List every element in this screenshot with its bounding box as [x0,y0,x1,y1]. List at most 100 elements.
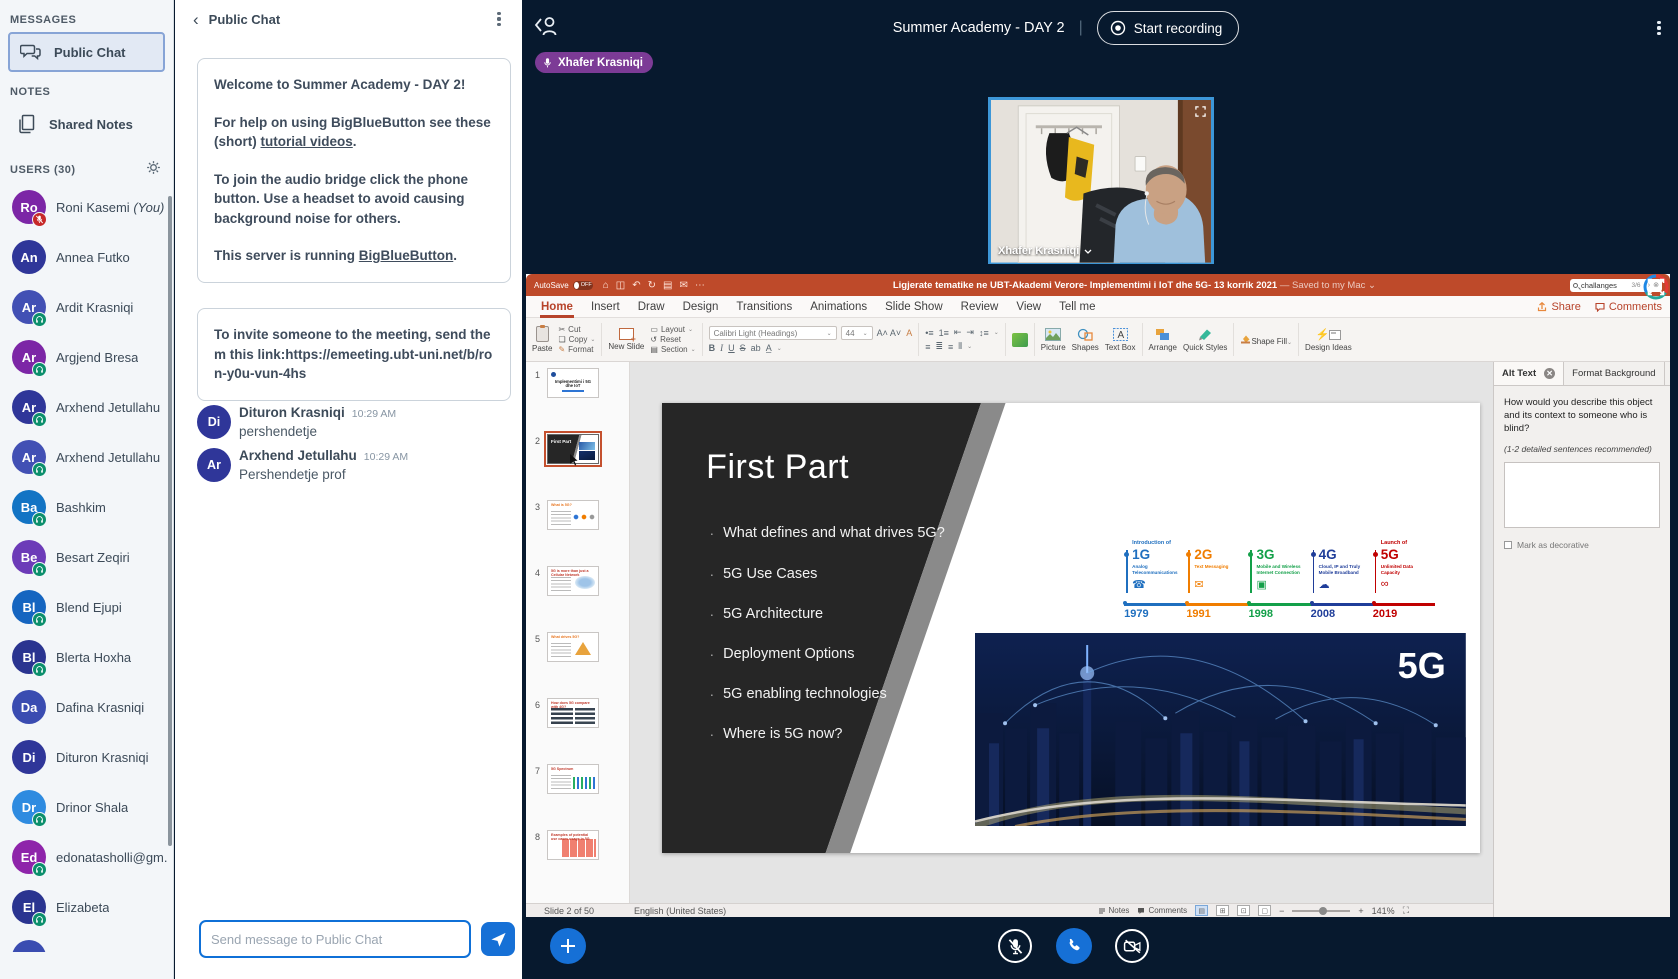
manage-users-gear-icon[interactable] [146,160,161,180]
ppt-menu-tab[interactable]: Transitions [727,298,801,316]
user-list-item[interactable]: An Annea Futko [0,232,173,282]
ppt-menu-tab[interactable]: Draw [629,298,674,316]
comments-toggle[interactable]: Comments [1137,906,1187,915]
ppt-print-icon[interactable]: ▤ [663,280,672,291]
user-list-item[interactable]: Bl Blerta Hoxha [0,632,173,682]
sidebar-item-public-chat[interactable]: Public Chat [8,32,165,72]
slideshow-view-button[interactable]: ▢ [1258,905,1271,916]
ppt-share-button[interactable]: Share [1537,301,1580,313]
close-icon[interactable]: ✕ [1544,368,1555,379]
zoom-slider[interactable] [1292,910,1350,912]
language-status[interactable]: English (United States) [634,906,726,916]
ppt-new-slide-button[interactable]: New Slide [608,328,644,351]
leave-audio-button[interactable] [1056,928,1092,964]
ppt-menu-tab[interactable]: View [1007,298,1050,316]
ppt-menu-tab[interactable]: Tell me [1050,298,1104,316]
ppt-copy-button[interactable]: ❏Copy⌄ [558,335,595,344]
ppt-menu-tab[interactable]: Home [532,298,582,316]
ppt-format-painter-button[interactable]: ✎Format [558,345,595,354]
ppt-menu-tab[interactable]: Review [952,298,1008,316]
ppt-font-style-icons[interactable]: BIUSabA̲⌄ [709,343,913,353]
slide-thumbnail[interactable]: 5G is more than just a Cellular Network [547,566,599,596]
slide-sorter-view-button[interactable]: ⊞ [1216,905,1229,916]
share-webcam-button[interactable] [1115,929,1149,963]
reading-view-button[interactable]: ⊡ [1237,905,1250,916]
ppt-quick-styles-button[interactable]: Quick Styles [1183,328,1227,352]
actions-plus-button[interactable] [550,928,586,964]
user-list-item[interactable]: Be Besart Zeqiri [0,532,173,582]
slide-thumbnail[interactable]: Examples of potential use cases usage in… [547,830,599,860]
send-message-button[interactable] [481,922,515,956]
ppt-convert-smartart-button[interactable] [1012,333,1028,347]
chat-back-chevron-icon[interactable]: ‹ [193,11,199,28]
normal-view-button[interactable]: ▤ [1195,905,1208,916]
fit-slide-button[interactable]: ⛶ [1403,905,1409,916]
slide-thumbnail[interactable]: How does 5G compare with 4G? [547,698,599,728]
slide-thumbnail[interactable]: Implementimi i 5G dhe IoT [547,368,599,398]
ppt-undo-icon[interactable]: ↶ [632,280,640,291]
ppt-design-ideas-button[interactable]: ⚡Design Ideas [1305,328,1352,352]
ppt-section-button[interactable]: ▤Section⌄ [650,345,695,354]
webcam-name-label[interactable]: Xhafer Krasniqi [998,245,1092,257]
user-list-item[interactable]: Ar Argjend Bresa [0,332,173,382]
webcam-video[interactable]: Xhafer Krasniqi [988,97,1214,264]
format-background-tab[interactable]: Format Background [1564,362,1664,385]
ppt-cut-button[interactable]: ✂Cut [558,325,595,334]
user-list-item[interactable]: Da Dafina Krasniqi [0,682,173,732]
ppt-textbox-button[interactable]: AText Box [1105,328,1136,352]
slide-thumbnail-row[interactable]: 1 Implementimi i 5G dhe IoT [526,368,629,434]
screenshare-fullscreen-icon[interactable] [1633,262,1678,312]
ppt-menu-tab[interactable]: Slide Show [876,298,952,316]
talking-indicator-pill[interactable]: Xhafer Krasniqi [535,52,653,73]
options-kebab-icon[interactable] [1650,18,1668,38]
ppt-menu-tab[interactable]: Animations [801,298,876,316]
user-list-item[interactable]: Ar Arxhend Jetullahu [0,432,173,482]
user-list-item[interactable]: Ba Bashkim [0,482,173,532]
ppt-font-size-select[interactable]: 44⌄ [841,326,873,340]
ppt-mail-icon[interactable]: ✉ [679,280,687,291]
webcam-fullscreen-icon[interactable] [1195,104,1206,122]
ppt-autosave-toggle[interactable]: AutoSave OFF [534,281,593,290]
user-list-item[interactable]: Di Dituron Krasniqi [0,732,173,782]
alt-text-textarea[interactable] [1504,462,1660,528]
ppt-picture-button[interactable]: Picture [1041,328,1066,352]
chat-options-kebab-icon[interactable] [490,9,508,29]
slide-thumbnail[interactable]: What is 5G? [547,500,599,530]
user-list-item[interactable] [0,932,173,952]
ppt-shapes-button[interactable]: Shapes [1072,328,1099,352]
ppt-menu-tab[interactable]: Insert [582,298,629,316]
notes-toggle[interactable]: Notes [1098,906,1130,915]
user-list-item[interactable]: Bl Blend Ejupi [0,582,173,632]
user-list-scrollbar[interactable] [168,196,172,846]
user-list-item[interactable]: Ed edonatasholli@gm... [0,832,173,882]
slide-thumbnail-row[interactable]: 8 Examples of potential use cases usage … [526,830,629,896]
mute-microphone-button[interactable] [998,929,1032,963]
ppt-paste-button[interactable]: Paste [532,326,552,353]
ppt-more-icon[interactable]: ⋯ [695,280,705,291]
chat-message-input[interactable] [199,920,471,958]
user-list-item[interactable]: Ar Arxhend Jetullahu [0,382,173,432]
slide-thumbnail-row[interactable]: 6 How does 5G compare with 4G? [526,698,629,764]
slide-thumbnail-row[interactable]: 7 5G Spectrum [526,764,629,830]
slide-thumbnail[interactable]: What drives 5G? [547,632,599,662]
ppt-list-indent-icons[interactable]: •≡1≡⇤⇥↕≡⌄ [925,327,999,338]
sidebar-item-shared-notes[interactable]: Shared Notes [8,104,165,144]
user-list-item[interactable]: Ar Ardit Krasniqi [0,282,173,332]
user-list-item[interactable]: Dr Drinor Shala [0,782,173,832]
ppt-home-icon[interactable]: ⌂ [603,280,609,291]
ppt-font-name-select[interactable]: Calibri Light (Headings)⌄ [709,326,837,340]
slide-thumbnail-row[interactable]: 2 First Part [526,434,629,500]
bigbluebutton-link[interactable]: BigBlueButton [359,248,453,263]
ppt-menu-tab[interactable]: Design [674,298,728,316]
ppt-save-icon[interactable]: ◫ [616,280,625,291]
start-recording-button[interactable]: Start recording [1097,11,1240,45]
ppt-align-icons[interactable]: ≡≣≡⫴⌄ [925,341,999,352]
ppt-reset-button[interactable]: ↺Reset [650,335,695,344]
user-list-item[interactable]: El Elizabeta [0,882,173,932]
slide-thumbnail[interactable]: 5G Spectrum [547,764,599,794]
zoom-in-button[interactable]: + [1358,906,1363,916]
slide-thumbnail-row[interactable]: 3 What is 5G? [526,500,629,566]
ppt-arrange-button[interactable]: Arrange [1149,328,1177,352]
ppt-shape-fill-button[interactable]: Shape Fill⌄ [1240,331,1292,349]
ppt-layout-button[interactable]: ▭Layout⌄ [650,325,695,334]
